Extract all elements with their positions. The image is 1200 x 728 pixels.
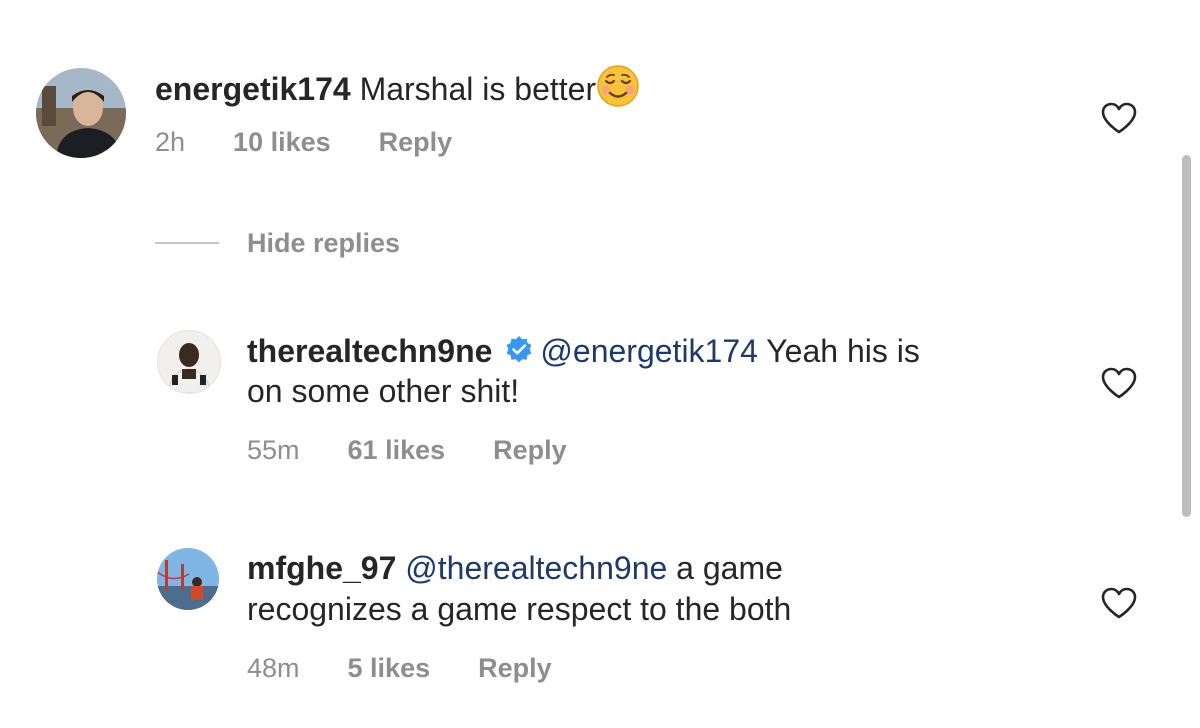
avatar-energetik174[interactable] — [36, 68, 126, 158]
comment-text: therealtechn9ne @energetik174 Yeah his is — [247, 331, 920, 371]
comment-text: energetik174 Marshal is better — [155, 64, 640, 109]
timestamp: 55m — [247, 435, 300, 465]
mention-link[interactable]: @therealtechn9ne — [405, 550, 667, 586]
relieved-smiling-face-icon — [596, 64, 640, 108]
comment-body: Marshal is better — [359, 71, 597, 107]
scrollbar[interactable] — [1182, 155, 1191, 517]
heart-outline-icon[interactable] — [1100, 586, 1138, 620]
comment-body: recognizes a game respect to the both — [247, 591, 792, 627]
comment-text: mfghe_97 @therealtechn9ne a game — [247, 548, 783, 588]
username[interactable]: mfghe_97 — [247, 550, 396, 586]
comment-text-line2: recognizes a game respect to the both — [247, 589, 791, 629]
avatar-mfghe_97[interactable] — [157, 548, 219, 610]
comment-meta: 2h 10 likes Reply — [155, 125, 452, 159]
username[interactable]: energetik174 — [155, 71, 351, 107]
comment-body: a game — [676, 550, 783, 586]
likes-count[interactable]: 61 likes — [348, 433, 446, 467]
reply-button[interactable]: Reply — [493, 433, 567, 467]
reply-button[interactable]: Reply — [379, 125, 453, 159]
timestamp: 2h — [155, 127, 186, 157]
reply-button[interactable]: Reply — [478, 651, 552, 685]
comment-body: on some other shit! — [247, 373, 520, 409]
heart-outline-icon[interactable] — [1100, 366, 1138, 400]
mention-link[interactable]: @energetik174 — [540, 333, 758, 369]
comment-text-line2: on some other shit! — [247, 371, 519, 411]
comment-meta: 48m 5 likes Reply — [247, 651, 552, 685]
hide-replies-button[interactable]: Hide replies — [247, 226, 400, 260]
thread-divider — [155, 242, 219, 244]
comments-thread: energetik174 Marshal is better 2h 10 like… — [0, 0, 1200, 728]
username[interactable]: therealtechn9ne — [247, 333, 492, 369]
likes-count[interactable]: 10 likes — [233, 125, 331, 159]
verified-badge-icon — [504, 334, 534, 364]
comment-body: Yeah his is — [766, 333, 920, 369]
likes-count[interactable]: 5 likes — [348, 651, 431, 685]
comment-meta: 55m 61 likes Reply — [247, 433, 567, 467]
avatar-therealtechn9ne[interactable] — [157, 330, 221, 394]
heart-outline-icon[interactable] — [1100, 101, 1138, 135]
timestamp: 48m — [247, 653, 300, 683]
